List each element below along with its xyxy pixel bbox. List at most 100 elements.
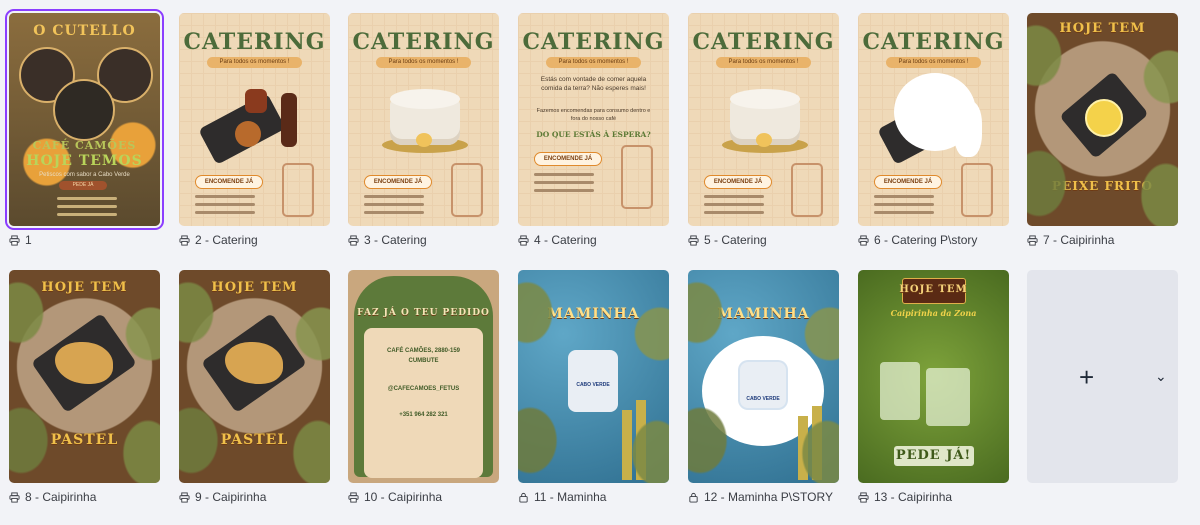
page-card-5[interactable]: CATERING Para todos os momentos ! ENCOME… [688, 13, 839, 247]
page-label: 8 - Caipirinha [25, 490, 97, 504]
phone-illustration [282, 163, 314, 217]
poster-instagram: @CAFECAMOES_FETUS [387, 386, 460, 392]
poster-title: CATERING [522, 29, 665, 55]
poster-order-button: ENCOMENDE JÁ [874, 175, 942, 189]
poster-bottom-text: PEIXE FRITO [1052, 179, 1153, 193]
poster-script-text: Caipirinha da Zona [890, 308, 977, 318]
plus-icon[interactable]: + [1079, 362, 1094, 393]
page-caption-1: 1 [9, 233, 32, 247]
poster-contacts [534, 173, 604, 197]
print-icon [858, 491, 869, 503]
page-thumbnail-2[interactable]: CATERING Para todos os momentos ! ENCOME… [179, 13, 330, 226]
poster-tagline: Petiscos com sabor a Cabo Verde [39, 172, 130, 178]
page-label: 9 - Caipirinha [195, 490, 267, 504]
poster-contacts [874, 195, 944, 219]
page-card-1[interactable]: O CUTELLO CAFÉ CAMÕES HOJE TEMOS Petisco… [5, 9, 164, 247]
poster-title: HOJE TEM [1059, 21, 1146, 36]
page-thumbnail-13[interactable]: HOJE TEM Caipirinha da Zona PEDE JÁ! [858, 270, 1009, 483]
page-card-10[interactable]: FAZ JÁ O TEU PEDIDO CAFÉ CAMÕES, 2880-15… [348, 270, 499, 504]
page-caption-12: 12 - Maminha P\STORY [688, 490, 833, 504]
page-label: 5 - Catering [704, 233, 767, 247]
page-card-11[interactable]: MAMINHA CABO VERDE 11 - Maminha [518, 270, 669, 504]
poster-order-button: ENCOMENDE JÁ [534, 152, 602, 166]
page-thumbnail-10[interactable]: FAZ JÁ O TEU PEDIDO CAFÉ CAMÕES, 2880-15… [348, 270, 499, 483]
page-label: 2 - Catering [195, 233, 258, 247]
page-caption-10: 10 - Caipirinha [348, 490, 442, 504]
poster-title: HOJE TEM [41, 280, 128, 295]
page-thumbnail-5[interactable]: CATERING Para todos os momentos ! ENCOME… [688, 13, 839, 226]
sugarcane [636, 400, 646, 480]
page-card-8[interactable]: HOJE TEM PASTEL 8 - Caipirinha [9, 270, 160, 504]
poster-body-text: Estás com vontade de comer aquela comida… [540, 76, 647, 92]
page-label: 12 - Maminha P\STORY [704, 490, 833, 504]
page-caption-4: 4 - Catering [518, 233, 597, 247]
page-thumbnail-7[interactable]: HOJE TEM PEIXE FRITO [1027, 13, 1178, 226]
page-thumbnail-8[interactable]: HOJE TEM PASTEL [9, 270, 160, 483]
page-card-6[interactable]: CATERING Para todos os momentos ! ENCOME… [858, 13, 1009, 247]
poster-phone: +351 964 282 321 [399, 412, 448, 418]
page-thumbnail-12[interactable]: MAMINHA CABO VERDE [688, 270, 839, 483]
page-thumbnail-9[interactable]: HOJE TEM PASTEL [179, 270, 330, 483]
drink-glass [926, 368, 970, 426]
poster-order-button: ENCOMENDE JÁ [364, 175, 432, 189]
chevron-down-icon[interactable]: ⌄ [1155, 368, 1167, 385]
print-icon [858, 234, 869, 246]
poster-city: CUMBUTE [408, 358, 439, 364]
page-label: 10 - Caipirinha [364, 490, 443, 504]
page-card-2[interactable]: CATERING Para todos os momentos ! ENCOME… [179, 13, 330, 247]
food-item [281, 93, 297, 147]
sugarcane [798, 416, 808, 480]
page-caption-11: 11 - Maminha [518, 490, 606, 504]
page-thumbnail-1[interactable]: O CUTELLO CAFÉ CAMÕES HOJE TEMOS Petisco… [5, 9, 164, 230]
poster-title: CATERING [183, 29, 326, 55]
cake-image [382, 83, 468, 153]
poster-title: CATERING [692, 29, 835, 55]
print-icon [348, 491, 359, 503]
print-icon [688, 234, 699, 246]
print-icon [9, 491, 20, 503]
print-icon [1027, 234, 1038, 246]
serving-board [30, 312, 138, 414]
page-card-12[interactable]: MAMINHA CABO VERDE 12 - Maminha P\STORY [688, 270, 839, 504]
serving-board [200, 312, 308, 414]
phone-illustration [961, 163, 993, 217]
poster-order-button: ENCOMENDE JÁ [195, 175, 263, 189]
page-card-13[interactable]: HOJE TEM Caipirinha da Zona PEDE JÁ! 13 … [858, 270, 1009, 504]
poster-title: HOJE TEM [899, 284, 968, 295]
lemon-slice [1085, 99, 1123, 137]
page-card-3[interactable]: CATERING Para todos os momentos ! ENCOME… [348, 13, 499, 247]
print-icon [9, 234, 20, 246]
add-page-button[interactable]: + ⌄ [1027, 270, 1178, 483]
product-package [740, 362, 786, 408]
poster-ribbon: Para todos os momentos ! [546, 57, 641, 68]
poster-button: PEDE JÁ [59, 181, 107, 190]
page-card-9[interactable]: HOJE TEM PASTEL 9 - Caipirinha [179, 270, 330, 504]
poster-subhead: HOJE TEMOS [26, 153, 143, 169]
page-caption-13: 13 - Caipirinha [858, 490, 952, 504]
print-icon [179, 234, 190, 246]
page-card-7[interactable]: HOJE TEM PEIXE FRITO 7 - Caipirinha [1027, 13, 1178, 247]
pastel-food [225, 342, 283, 384]
pastel-food [55, 342, 113, 384]
poster-headline: CAFÉ CAMÕES [32, 139, 137, 152]
page-thumbnail-4[interactable]: CATERING Para todos os momentos ! Estás … [518, 13, 669, 226]
page-card-4[interactable]: CATERING Para todos os momentos ! Estás … [518, 13, 669, 247]
poster-order-button: ENCOMENDE JÁ [704, 175, 772, 189]
page-label: 4 - Catering [534, 233, 597, 247]
page-thumbnail-3[interactable]: CATERING Para todos os momentos ! ENCOME… [348, 13, 499, 226]
page-caption-2: 2 - Catering [179, 233, 258, 247]
phone-illustration [621, 145, 653, 209]
poster-title: CATERING [352, 29, 495, 55]
poster-title: MAMINHA [717, 306, 810, 322]
white-blob-shape [954, 101, 982, 157]
poster-title: FAZ JÁ O TEU PEDIDO [357, 308, 490, 318]
page-thumbnail-6[interactable]: CATERING Para todos os momentos ! ENCOME… [858, 13, 1009, 226]
page-thumbnail-11[interactable]: MAMINHA CABO VERDE [518, 270, 669, 483]
page-label: 6 - Catering P\story [874, 233, 978, 247]
page-label: 1 [25, 233, 32, 247]
poster-bottom-text: PASTEL [220, 432, 289, 448]
phone-illustration [791, 163, 823, 217]
sugarcane [622, 410, 632, 480]
phone-illustration [451, 163, 483, 217]
food-photo-circle [53, 79, 115, 141]
